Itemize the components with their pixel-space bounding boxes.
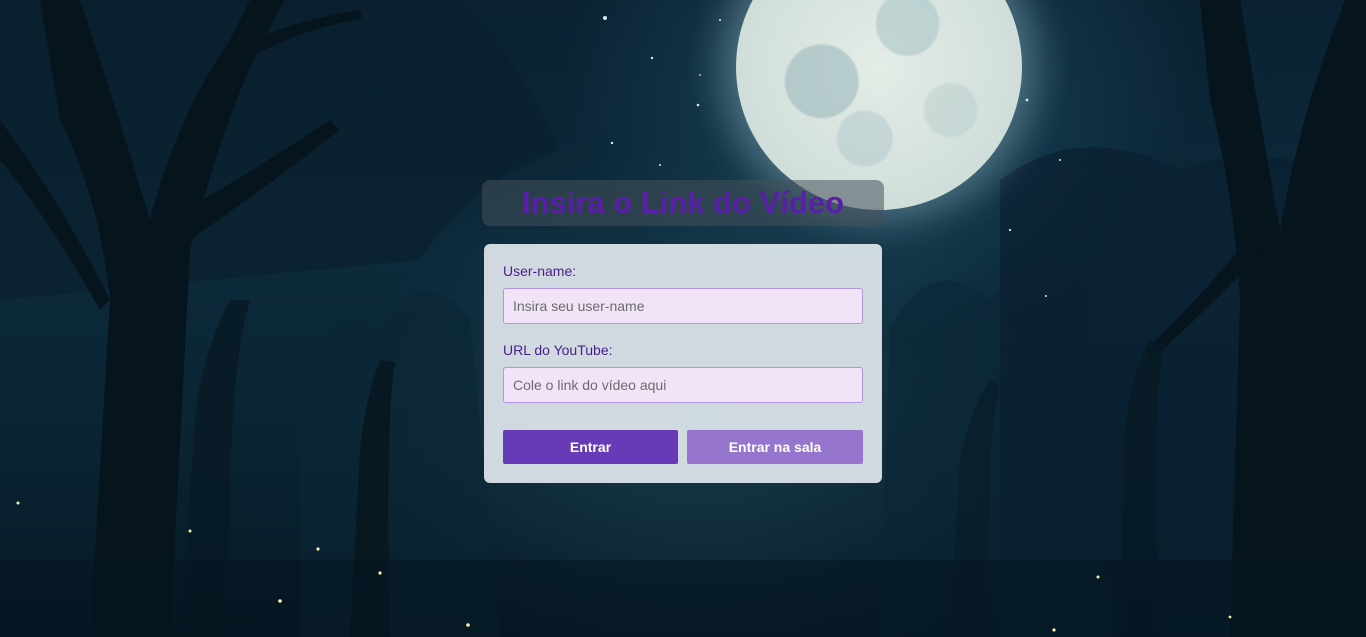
username-label: User-name: xyxy=(503,263,577,279)
youtube-url-input[interactable] xyxy=(503,367,863,403)
title-banner: Insira o Link do Vídeo xyxy=(482,180,884,226)
enter-button[interactable]: Entrar xyxy=(503,430,678,464)
page-title: Insira o Link do Vídeo xyxy=(521,185,845,220)
username-input[interactable] xyxy=(503,288,863,324)
join-form: User-name: URL do YouTube: Entrar Entrar… xyxy=(484,244,882,483)
enter-room-button[interactable]: Entrar na sala xyxy=(687,430,863,464)
youtube-url-label: URL do YouTube: xyxy=(503,342,613,358)
button-row: Entrar Entrar na sala xyxy=(503,430,863,464)
